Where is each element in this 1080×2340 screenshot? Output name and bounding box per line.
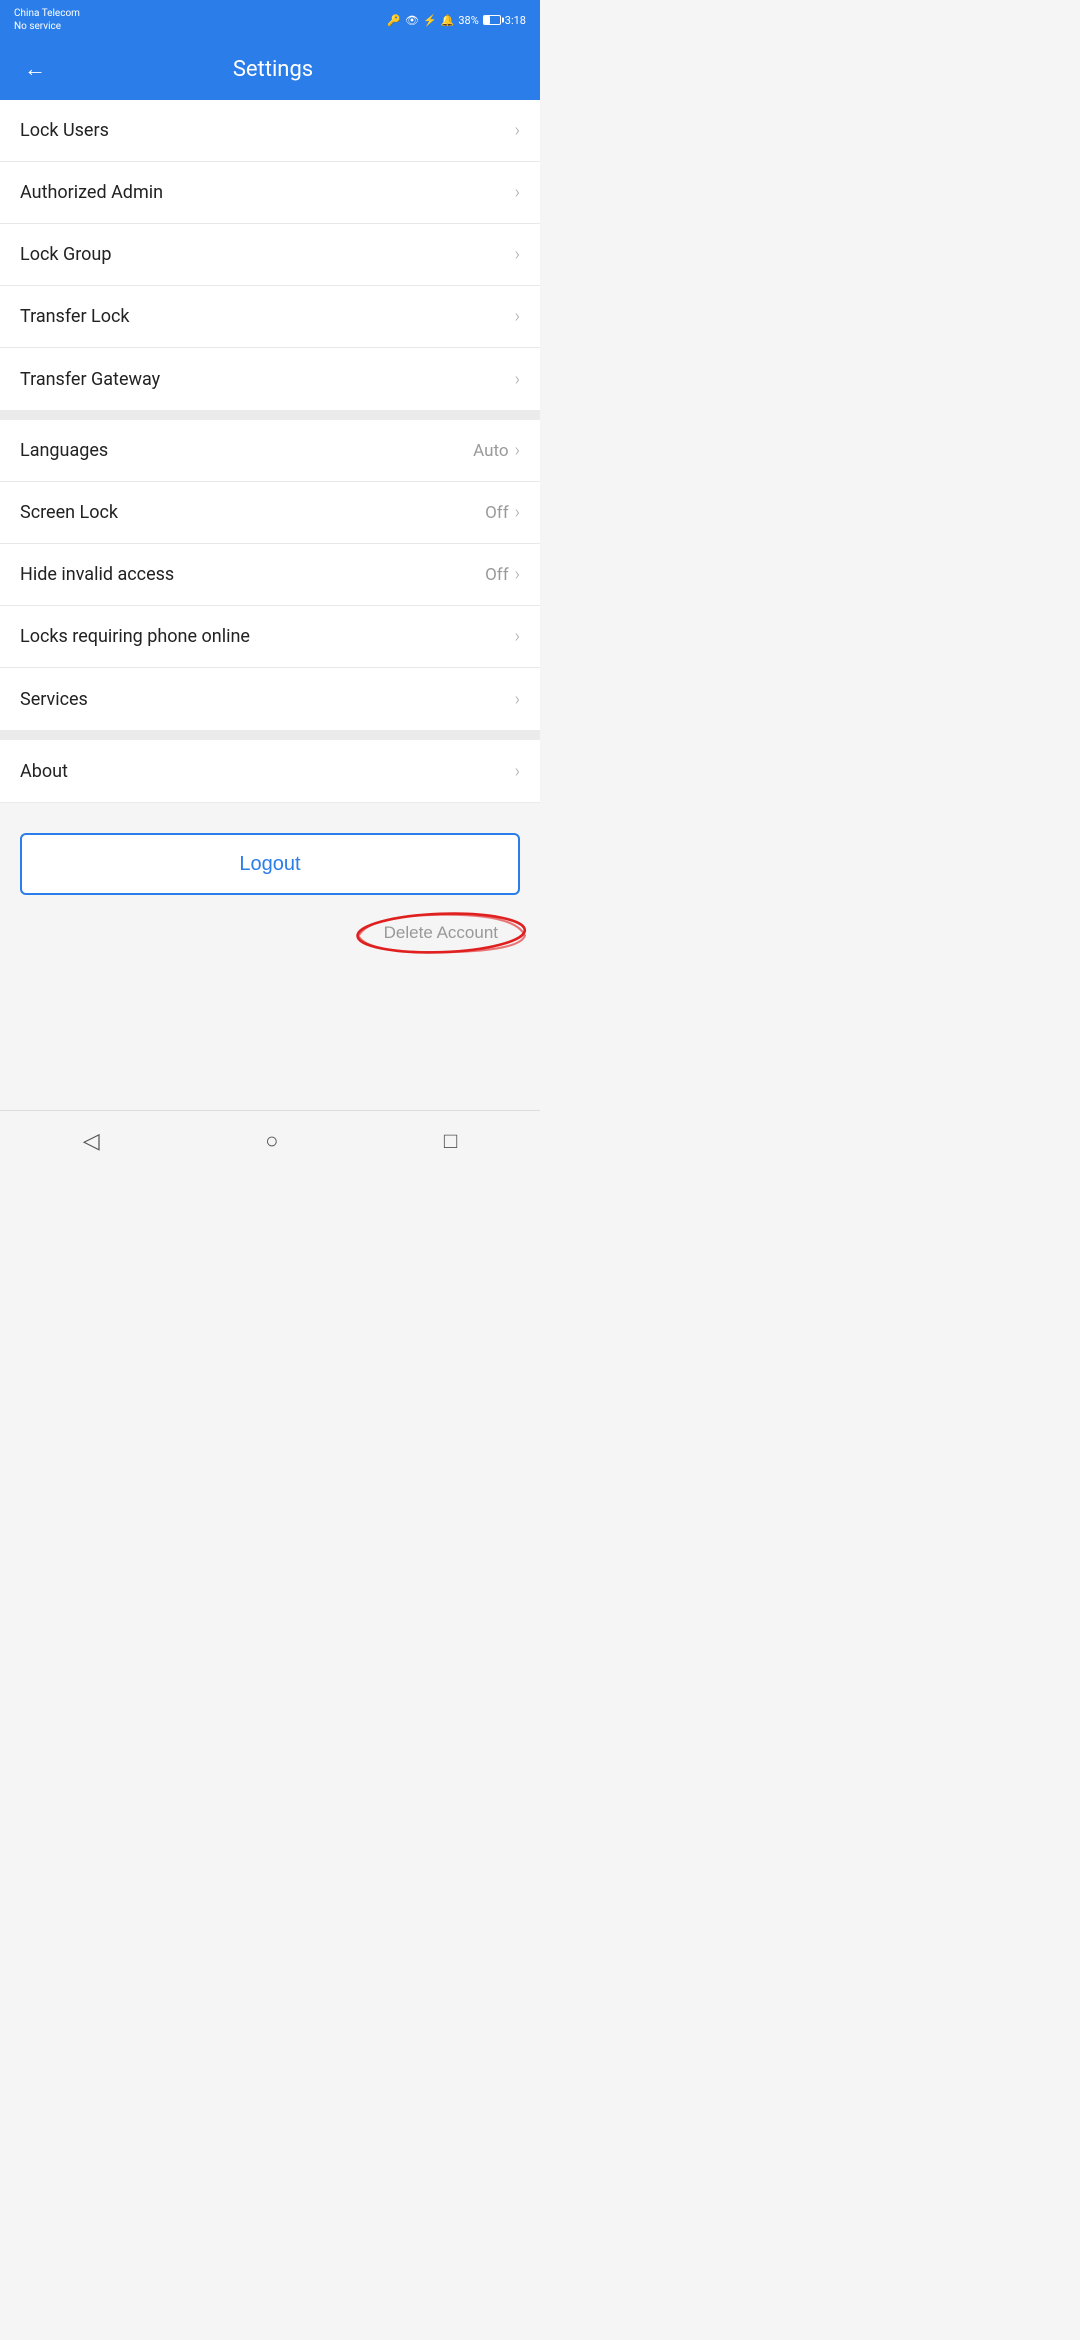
alarm-icon: 🔔 [441,14,455,27]
item-value: Off [485,503,509,523]
settings-item-hide-invalid-access[interactable]: Hide invalid access Off › [0,544,540,606]
item-label: Locks requiring phone online [20,626,250,647]
page-title: Settings [62,57,484,82]
bottom-section: Logout Delete Account [0,803,540,1110]
chevron-icon: › [515,502,520,523]
section-gap-1 [0,410,540,420]
item-right: › [515,761,520,782]
status-bar: China Telecom No service 🔑 👁 ⚡ 🔔 38% 3:1… [0,0,540,38]
item-right: › [515,244,520,265]
item-label: Hide invalid access [20,564,174,585]
settings-item-locks-requiring-phone[interactable]: Locks requiring phone online › [0,606,540,668]
item-right: › [515,626,520,647]
item-label: Authorized Admin [20,182,163,203]
item-label: Transfer Lock [20,306,130,327]
item-label: Services [20,689,88,710]
chevron-icon: › [515,369,520,390]
item-right: Off › [485,564,520,585]
no-service: No service [14,20,80,33]
carrier-name: China Telecom [14,7,80,20]
chevron-icon: › [515,244,520,265]
chevron-icon: › [515,440,520,461]
item-right: › [515,182,520,203]
item-value: Auto [473,441,508,461]
settings-section-2: Languages Auto › Screen Lock Off › Hide … [0,420,540,730]
eye-icon: 👁 [405,14,419,27]
settings-item-transfer-lock[interactable]: Transfer Lock › [0,286,540,348]
item-right: › [515,369,520,390]
item-right: › [515,306,520,327]
nav-bar: ◁ ○ □ [0,1110,540,1170]
chevron-icon: › [515,626,520,647]
settings-section-1: Lock Users › Authorized Admin › Lock Gro… [0,100,540,410]
item-label: About [20,761,68,782]
settings-item-languages[interactable]: Languages Auto › [0,420,540,482]
app-bar: ← Settings [0,38,540,100]
settings-item-lock-users[interactable]: Lock Users › [0,100,540,162]
carrier-info: China Telecom No service [14,7,80,33]
back-button[interactable]: ← [16,48,54,90]
chevron-icon: › [515,689,520,710]
delete-account-circle: Delete Account [372,915,510,951]
time-display: 3:18 [505,14,526,27]
chevron-icon: › [515,182,520,203]
item-label: Lock Group [20,244,111,265]
item-label: Screen Lock [20,502,118,523]
settings-item-authorized-admin[interactable]: Authorized Admin › [0,162,540,224]
settings-item-transfer-gateway[interactable]: Transfer Gateway › [0,348,540,410]
item-right: Off › [485,502,520,523]
settings-item-services[interactable]: Services › [0,668,540,730]
item-right: › [515,120,520,141]
item-right: Auto › [473,440,520,461]
main-content: Lock Users › Authorized Admin › Lock Gro… [0,100,540,1110]
chevron-icon: › [515,306,520,327]
settings-item-about[interactable]: About › [0,740,540,802]
nav-recent-button[interactable]: □ [414,1118,487,1164]
settings-item-screen-lock[interactable]: Screen Lock Off › [0,482,540,544]
settings-section-3: About › [0,740,540,802]
nav-back-button[interactable]: ◁ [53,1118,130,1164]
chevron-icon: › [515,564,520,585]
delete-account-wrapper: Delete Account [20,915,520,951]
item-right: › [515,689,520,710]
section-gap-2 [0,730,540,740]
logout-button[interactable]: Logout [20,833,520,895]
bluetooth-icon: ⚡ [423,14,437,27]
nav-home-button[interactable]: ○ [235,1118,308,1164]
chevron-icon: › [515,761,520,782]
battery-icon [483,15,501,25]
settings-item-lock-group[interactable]: Lock Group › [0,224,540,286]
item-label: Transfer Gateway [20,369,160,390]
battery-percent: 38% [458,14,478,27]
item-label: Lock Users [20,120,109,141]
item-value: Off [485,565,509,585]
delete-account-button[interactable]: Delete Account [372,915,510,951]
chevron-icon: › [515,120,520,141]
status-icons: 🔑 👁 ⚡ 🔔 38% 3:18 [387,14,526,27]
item-label: Languages [20,440,108,461]
key-icon: 🔑 [387,14,401,27]
